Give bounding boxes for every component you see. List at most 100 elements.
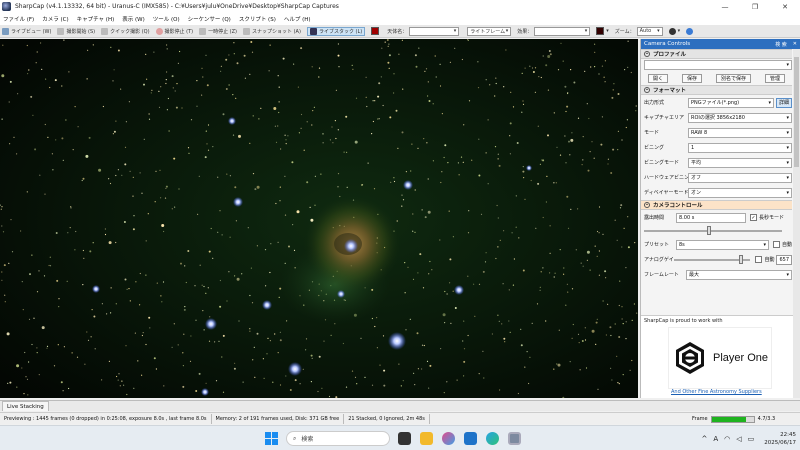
task-view-icon[interactable] bbox=[398, 432, 411, 445]
live-stacking-tab[interactable]: Live Stacking bbox=[2, 401, 49, 411]
menu-tools[interactable]: ツール (O) bbox=[153, 15, 180, 23]
background-star bbox=[621, 246, 623, 248]
taskbar-search[interactable]: ⌕ 検索 bbox=[286, 431, 390, 446]
live-stack-button[interactable]: ライブスタック (L) bbox=[306, 26, 366, 36]
menu-capture[interactable]: キャプチャ (H) bbox=[77, 15, 115, 23]
menu-scripting[interactable]: スクリプト (S) bbox=[239, 15, 276, 23]
close-panel-button[interactable]: ✕ bbox=[793, 41, 797, 48]
start-capture-button[interactable]: 撮影開始 (S) bbox=[57, 27, 95, 35]
frame-progress: Frame 4.7/3.3 bbox=[692, 414, 775, 424]
format-section-label: フォーマット bbox=[653, 88, 687, 94]
exposure-input[interactable]: 8.00 s bbox=[676, 212, 746, 223]
save-as-profile-button[interactable]: 別名で保存 bbox=[715, 73, 751, 83]
background-star bbox=[141, 374, 143, 376]
profile-section-header[interactable]: ^ プロファイル bbox=[641, 49, 792, 59]
background-star bbox=[401, 194, 403, 196]
preset-select[interactable]: 8s ▾ bbox=[676, 239, 769, 250]
open-profile-button[interactable]: 開く bbox=[647, 73, 668, 83]
quick-capture-button[interactable]: クイック撮影 (Q) bbox=[101, 27, 150, 35]
battery-icon[interactable]: ▭ bbox=[748, 435, 755, 443]
gain-value-input[interactable]: 657 bbox=[776, 254, 792, 265]
ime-indicator[interactable]: A bbox=[713, 435, 718, 443]
manage-profile-button[interactable]: 管理 bbox=[764, 73, 785, 83]
minimize-button[interactable]: — bbox=[710, 0, 740, 13]
gain-auto-checkbox[interactable] bbox=[755, 256, 763, 263]
menu-view[interactable]: 表示 (W) bbox=[122, 15, 144, 23]
background-star bbox=[303, 149, 305, 151]
sharpcap-taskbar-icon[interactable] bbox=[508, 432, 521, 445]
menu-sequencer[interactable]: シーケンサー (Q) bbox=[188, 15, 231, 23]
mode-select[interactable]: RAW 8 ▾ bbox=[688, 127, 792, 138]
panel-scrollbar[interactable] bbox=[793, 49, 800, 398]
pin-icon[interactable] bbox=[686, 27, 695, 35]
snapshot-button[interactable]: スナップショット (A) bbox=[243, 27, 301, 35]
frame-rate-value: 最大 bbox=[689, 272, 700, 278]
background-star bbox=[26, 191, 28, 193]
preset-auto-checkbox[interactable] bbox=[772, 241, 780, 248]
profile-select[interactable]: ▾ bbox=[644, 60, 792, 70]
background-star bbox=[206, 143, 208, 145]
wifi-icon[interactable]: ◠ bbox=[724, 435, 730, 443]
copilot-icon[interactable] bbox=[442, 432, 455, 445]
start-button[interactable] bbox=[265, 432, 278, 445]
effect-select[interactable]: ▾ bbox=[534, 26, 591, 36]
long-exposure-checkbox[interactable]: ✓ bbox=[750, 214, 757, 221]
background-star bbox=[439, 239, 441, 241]
background-star bbox=[277, 125, 279, 127]
background-star bbox=[76, 356, 79, 358]
background-star bbox=[607, 158, 610, 160]
menu-help[interactable]: ヘルプ (H) bbox=[284, 15, 311, 23]
background-star bbox=[617, 382, 619, 384]
suppliers-link[interactable]: And Other Fine Astronomy Suppliers bbox=[671, 389, 762, 395]
zoom-select[interactable]: Auto ▾ bbox=[636, 26, 663, 36]
gain-slider-thumb[interactable] bbox=[739, 254, 744, 264]
live-view-button[interactable]: ライブビュー (W) bbox=[2, 27, 51, 35]
store-icon[interactable] bbox=[464, 432, 477, 445]
background-star bbox=[36, 347, 38, 349]
background-star bbox=[38, 270, 40, 272]
chevron-up-icon[interactable]: ^ bbox=[702, 435, 708, 443]
exposure-slider-thumb[interactable] bbox=[707, 226, 712, 235]
image-viewport[interactable] bbox=[0, 39, 638, 398]
search-button[interactable]: 検 索 bbox=[775, 41, 787, 48]
output-format-select[interactable]: PNGファイル(*.png) ▾ bbox=[688, 97, 774, 108]
frame-time: 4.7/3.3 bbox=[757, 416, 776, 422]
clock[interactable]: 22:45 2025/06/17 bbox=[764, 431, 796, 447]
camera-controls-section-header[interactable]: ^ カメラコントロール bbox=[641, 200, 792, 210]
background-star bbox=[203, 285, 205, 288]
scrollbar-thumb[interactable] bbox=[794, 57, 799, 167]
edge-icon[interactable] bbox=[486, 432, 499, 445]
frame-rate-select[interactable]: 最大 ▾ bbox=[686, 269, 792, 280]
exposure-slider[interactable] bbox=[644, 225, 792, 237]
background-star bbox=[273, 107, 277, 110]
format-details-button[interactable]: 詳細 bbox=[775, 97, 792, 108]
debayer-mode-select[interactable]: オン ▾ bbox=[688, 187, 792, 198]
maximize-button[interactable]: ❐ bbox=[740, 0, 770, 13]
frame-type-select[interactable]: ライトフレーム ▾ bbox=[467, 26, 512, 36]
hardware-binning-select[interactable]: オフ ▾ bbox=[688, 172, 792, 183]
gain-slider[interactable] bbox=[674, 254, 752, 266]
save-profile-button[interactable]: 保存 bbox=[681, 73, 702, 83]
background-star bbox=[145, 53, 147, 55]
file-explorer-icon[interactable] bbox=[420, 432, 433, 445]
close-button[interactable]: ✕ bbox=[770, 0, 800, 13]
settings-icon[interactable]: ▾ bbox=[668, 27, 680, 35]
frame-progress-fill bbox=[711, 416, 747, 422]
menu-camera[interactable]: カメラ (C) bbox=[42, 15, 68, 23]
binning-select[interactable]: 1 ▾ bbox=[688, 142, 792, 153]
background-star bbox=[285, 143, 287, 145]
background-star bbox=[610, 334, 612, 337]
menu-file[interactable]: ファイル (F) bbox=[3, 15, 34, 23]
capture-area-select[interactable]: ROIの選択 3856x2180 ▾ bbox=[688, 112, 792, 123]
stop-capture-button[interactable]: 撮影停止 (T) bbox=[155, 27, 193, 35]
pause-button[interactable]: 一時停止 (Z) bbox=[199, 27, 237, 35]
volume-icon[interactable]: ◁ bbox=[736, 435, 741, 443]
background-star bbox=[51, 153, 54, 155]
background-star bbox=[185, 281, 187, 284]
format-section-header[interactable]: ^ フォーマット bbox=[641, 85, 792, 95]
player-one-logo[interactable]: Player One bbox=[668, 327, 772, 389]
binning-mode-select[interactable]: 平均 ▾ bbox=[688, 157, 792, 168]
target-name-select[interactable]: ▾ bbox=[409, 26, 460, 36]
target-color-swatch[interactable] bbox=[371, 27, 381, 35]
display-swatch[interactable]: ▾ bbox=[596, 27, 609, 35]
